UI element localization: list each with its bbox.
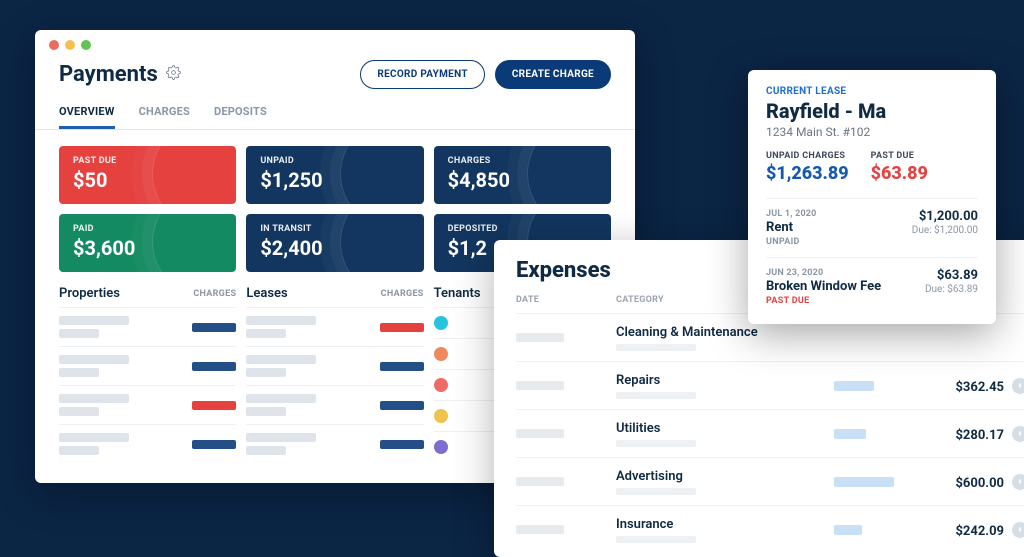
payments-tabs: OVERVIEW CHARGES DEPOSITS — [35, 97, 635, 130]
window-zoom-dot[interactable] — [81, 40, 91, 50]
row-detail-button[interactable] — [1012, 426, 1024, 442]
tab-deposits[interactable]: DEPOSITS — [214, 97, 267, 129]
record-payment-button[interactable]: RECORD PAYMENT — [360, 60, 484, 89]
window-close-dot[interactable] — [49, 40, 59, 50]
status-badge: PAST DUE — [766, 296, 881, 306]
stat-in-transit[interactable]: IN TRANSIT$2,400 — [246, 214, 423, 272]
list-item[interactable] — [59, 307, 236, 346]
amount-bar — [834, 381, 874, 391]
stat-paid[interactable]: PAID$3,600 — [59, 214, 236, 272]
list-item[interactable] — [246, 307, 423, 346]
status-badge: UNPAID — [766, 237, 817, 247]
lease-card: CURRENT LEASE Rayfield - Ma 1234 Main St… — [748, 70, 996, 324]
amount-bar — [834, 525, 862, 535]
lease-charge-item[interactable]: JUN 23, 2020 Broken Window Fee PAST DUE … — [766, 257, 978, 316]
tab-overview[interactable]: OVERVIEW — [59, 97, 115, 129]
window-controls — [35, 30, 635, 56]
list-item[interactable] — [246, 385, 423, 424]
avatar-icon — [434, 440, 448, 454]
tab-charges[interactable]: CHARGES — [139, 97, 190, 129]
gear-icon[interactable] — [166, 65, 181, 84]
stat-past-due[interactable]: PAST DUE$50 — [59, 146, 236, 204]
row-detail-button[interactable] — [1012, 474, 1024, 490]
avatar-icon — [434, 347, 448, 361]
lease-title: Rayfield - Ma — [766, 99, 978, 123]
row-detail-button[interactable] — [1012, 522, 1024, 538]
list-item[interactable] — [59, 346, 236, 385]
avatar-icon — [434, 378, 448, 392]
lease-eyebrow: CURRENT LEASE — [766, 86, 978, 97]
list-item[interactable] — [59, 385, 236, 424]
expense-row[interactable]: Insurance $242.09 — [516, 505, 1024, 553]
row-detail-button[interactable] — [1012, 378, 1024, 394]
window-minimize-dot[interactable] — [65, 40, 75, 50]
expense-row[interactable]: Utilities $280.17 — [516, 409, 1024, 457]
leases-list: LeasesCHARGES — [246, 286, 423, 463]
list-item[interactable] — [246, 424, 423, 463]
list-item[interactable] — [246, 346, 423, 385]
properties-list: PropertiesCHARGES — [59, 286, 236, 463]
amount-bar — [834, 477, 894, 487]
expense-row[interactable]: Repairs $362.45 — [516, 361, 1024, 409]
stat-unpaid[interactable]: UNPAID$1,250 — [246, 146, 423, 204]
amount-bar — [834, 429, 866, 439]
avatar-icon — [434, 409, 448, 423]
past-due-value: $63.89 — [871, 163, 928, 184]
col-date: DATE — [516, 295, 616, 305]
date-placeholder — [516, 477, 564, 486]
stat-charges[interactable]: CHARGES$4,850 — [434, 146, 611, 204]
date-placeholder — [516, 429, 564, 438]
avatar-icon — [434, 316, 448, 330]
unpaid-charges-value: $1,263.89 — [766, 163, 849, 184]
lease-address: 1234 Main St. #102 — [766, 125, 978, 139]
page-title: Payments — [59, 62, 158, 87]
date-placeholder — [516, 525, 564, 534]
create-charge-button[interactable]: CREATE CHARGE — [495, 60, 611, 89]
date-placeholder — [516, 333, 564, 342]
expense-row[interactable]: Advertising $600.00 — [516, 457, 1024, 505]
list-item[interactable] — [59, 424, 236, 463]
date-placeholder — [516, 381, 564, 390]
lease-charge-item[interactable]: JUL 1, 2020 Rent UNPAID $1,200.00 Due: $… — [766, 198, 978, 257]
